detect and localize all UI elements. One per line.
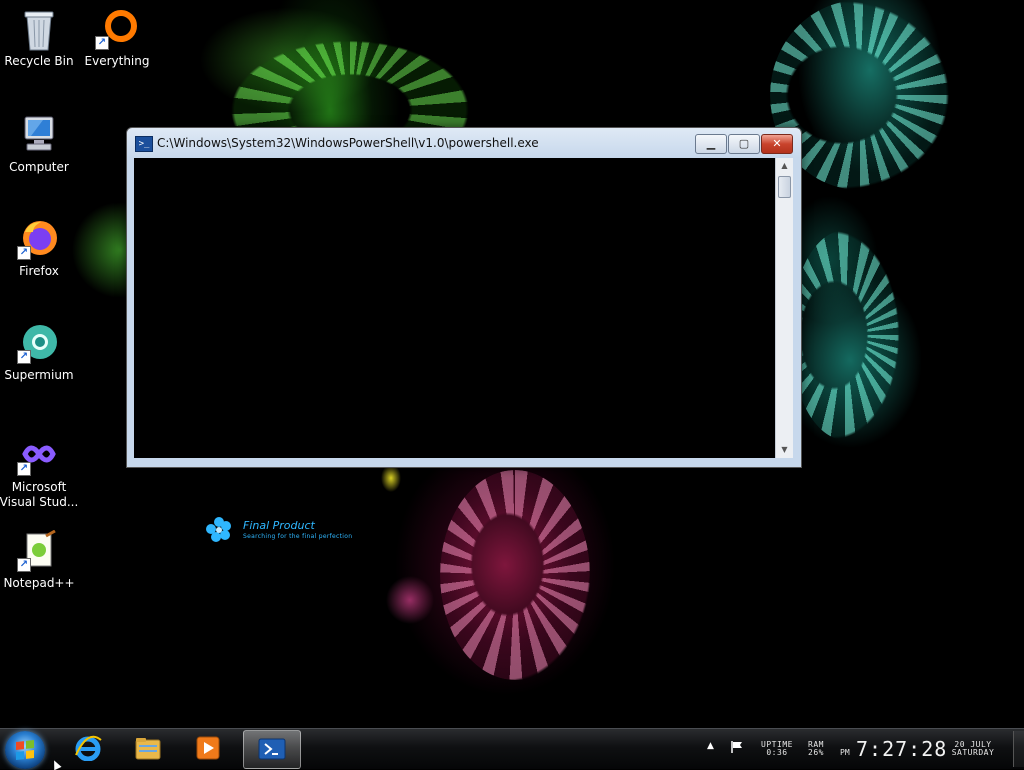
wallpaper-brand-subtitle: Searching for the final perfection: [243, 533, 353, 540]
computer-icon: [19, 114, 59, 154]
window-title: C:\Windows\System32\WindowsPowerShell\v1…: [157, 136, 539, 150]
notepadpp-icon: ↗: [17, 529, 59, 572]
desktop-icon-label: Computer: [9, 160, 69, 174]
shortcut-arrow-icon: ↗: [95, 36, 109, 50]
shortcut-arrow-icon: ↗: [17, 246, 31, 260]
wallpaper-brand-title: Final Product: [243, 519, 315, 532]
uptime-gadget: UPTIME 0:36: [756, 741, 798, 757]
close-button[interactable]: ✕: [761, 134, 793, 154]
wallpaper-pink-swirl: [440, 470, 590, 680]
vertical-scrollbar[interactable]: ▲ ▼: [775, 158, 793, 458]
taskbar-media-player[interactable]: [180, 730, 236, 767]
desktop-icon-supermium[interactable]: ↗ Supermium: [0, 322, 79, 383]
show-hidden-icons-button[interactable]: ▲: [707, 741, 714, 751]
maximize-button[interactable]: ▢: [728, 134, 760, 154]
taskbar: ▲ UPTIME 0:36 RAM 26% PM 7:27:28 20 JULY…: [0, 728, 1024, 769]
desktop-icon-notepadpp[interactable]: ↗ Notepad++: [0, 529, 79, 591]
recycle-bin-icon: [19, 8, 59, 51]
desktop-icon-computer[interactable]: Computer: [0, 114, 79, 175]
taskbar-internet-explorer[interactable]: [60, 730, 116, 767]
wallpaper-teal-swirl: [790, 230, 900, 440]
flower-logo-icon: [206, 517, 231, 542]
minimize-icon: ▁: [706, 137, 716, 150]
taskbar-file-explorer[interactable]: [120, 730, 176, 767]
ram-value: 26%: [808, 748, 824, 757]
close-icon: ✕: [772, 137, 782, 150]
powershell-icon[interactable]: >_: [135, 136, 153, 152]
show-desktop-button[interactable]: [1013, 731, 1024, 767]
firefox-icon: ↗: [17, 218, 59, 260]
flag-icon[interactable]: [730, 740, 744, 754]
date-gadget[interactable]: 20 JULY SATURDAY: [940, 741, 1006, 757]
internet-explorer-icon: [75, 735, 102, 761]
desktop-icon-label: Supermium: [4, 368, 74, 382]
clock-ampm: PM: [840, 748, 850, 757]
desktop-icon-label: Recycle Bin: [4, 54, 74, 68]
desktop-icon-everything[interactable]: ↗ Everything: [77, 8, 157, 69]
desktop-icon-recycle-bin[interactable]: Recycle Bin: [0, 8, 79, 69]
media-player-icon: [196, 736, 220, 760]
visual-studio-icon: ↗: [17, 434, 59, 476]
desktop-icon-firefox[interactable]: ↗ Firefox: [0, 218, 79, 279]
maximize-icon: ▢: [738, 137, 750, 150]
powershell-icon: [258, 738, 286, 760]
minimize-button[interactable]: ▁: [695, 134, 727, 154]
powershell-window[interactable]: >_ C:\Windows\System32\WindowsPowerShell…: [126, 127, 802, 468]
windows-start-orb-icon: [16, 740, 34, 760]
folder-icon: [135, 738, 161, 760]
scrollbar-thumb[interactable]: [778, 176, 791, 198]
desktop-icon-visual-studio[interactable]: ↗ Microsoft Visual Stud...: [0, 434, 79, 510]
supermium-icon: ↗: [17, 322, 59, 364]
scroll-down-arrow-icon[interactable]: ▼: [776, 442, 793, 458]
shortcut-arrow-icon: ↗: [17, 350, 31, 364]
desktop-icon-label: Notepad++: [3, 576, 75, 590]
scroll-up-arrow-icon[interactable]: ▲: [776, 158, 793, 174]
clock-time[interactable]: 7:27:28: [856, 737, 947, 761]
taskbar-powershell[interactable]: [243, 730, 301, 769]
desktop-icon-label: Everything: [84, 54, 150, 68]
everything-search-icon: ↗: [95, 8, 137, 50]
uptime-value: 0:36: [766, 748, 788, 757]
console-area[interactable]: [134, 158, 775, 458]
desktop: Recycle Bin ↗ Everything Computer ↗ Fire…: [0, 0, 1024, 728]
desktop-icon-label: Microsoft Visual Stud...: [0, 480, 79, 509]
start-button[interactable]: [5, 731, 45, 769]
ram-gadget: RAM 26%: [800, 741, 832, 757]
window-titlebar[interactable]: >_ C:\Windows\System32\WindowsPowerShell…: [127, 128, 801, 158]
desktop-icon-label: Firefox: [19, 264, 59, 278]
shortcut-arrow-icon: ↗: [17, 558, 31, 572]
day-label: SATURDAY: [951, 748, 995, 757]
shortcut-arrow-icon: ↗: [17, 462, 31, 476]
